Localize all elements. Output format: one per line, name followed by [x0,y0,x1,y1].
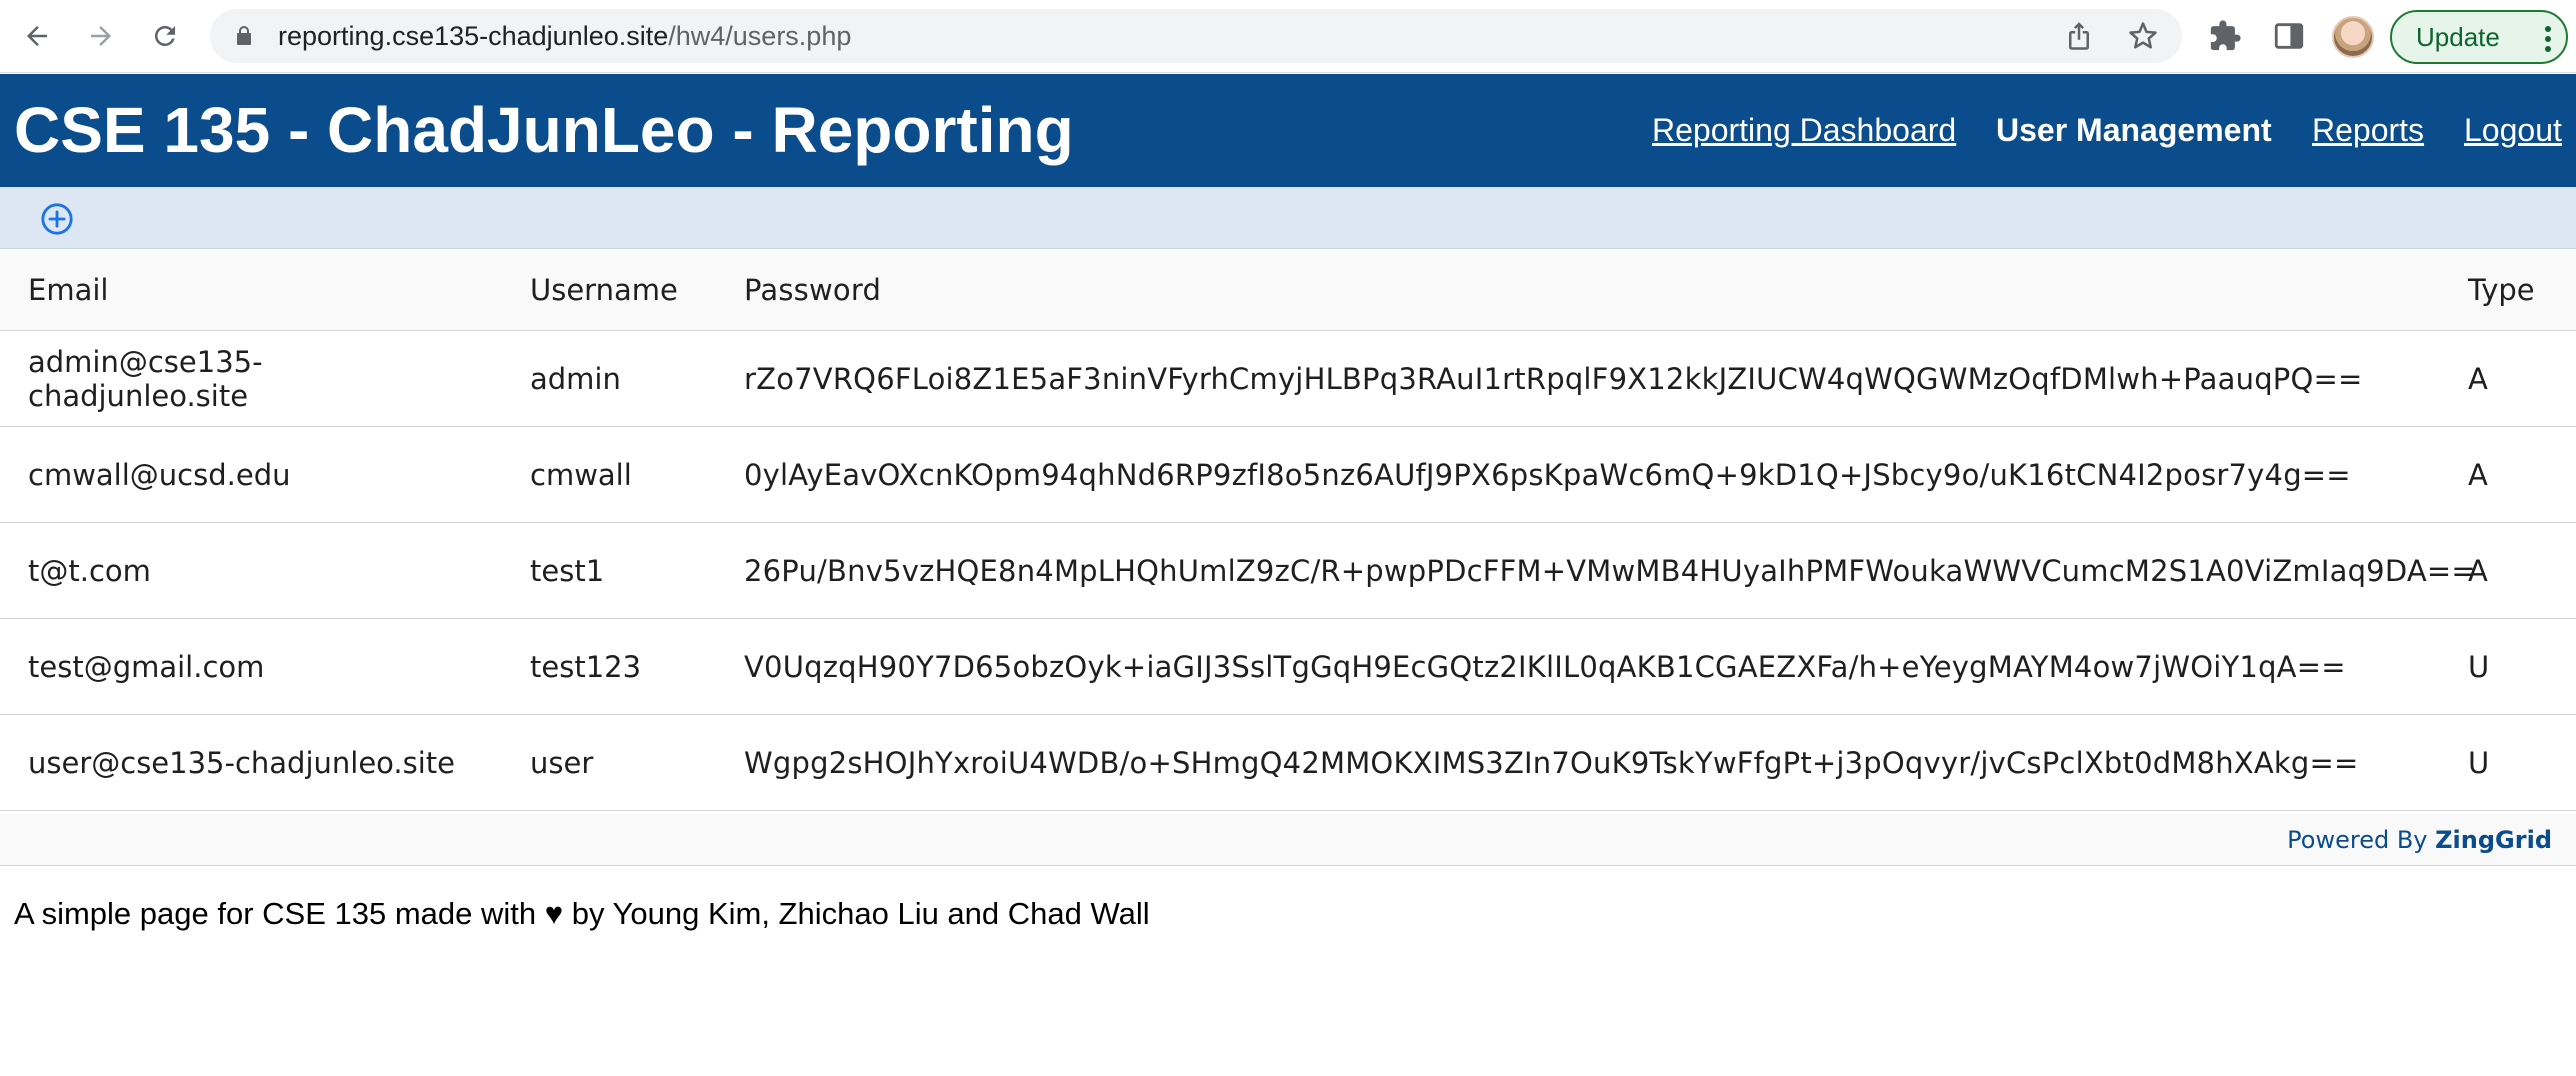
update-label: Update [2416,21,2500,52]
table-row[interactable]: admin@cse135-chadjunleo.site admin rZo7V… [0,331,2576,427]
url-path: /hw4/users.php [668,21,852,51]
cell-type[interactable]: U [2468,715,2558,810]
arrow-left-icon [27,26,47,46]
cell-password[interactable]: V0UqzqH90Y7D65obzOyk+iaGIJ3SslTgGqH9EcGQ… [744,619,2444,714]
browser-toolbar: reporting.cse135-chadjunleo.site/hw4/use… [0,0,2576,73]
cell-type[interactable]: A [2468,523,2558,618]
cell-username[interactable]: test123 [530,619,730,714]
cell-email[interactable]: admin@cse135-chadjunleo.site [28,331,328,426]
nav-reports[interactable]: Reports [2312,74,2424,187]
nav-reporting-dashboard[interactable]: Reporting Dashboard [1652,74,1956,187]
users-grid: Email Username Password Type admin@cse13… [0,249,2576,811]
reload-icon [154,25,175,46]
puzzle-icon [2210,20,2241,51]
table-row[interactable]: cmwall@ucsd.edu cmwall 0ylAyEavOXcnKOpm9… [0,427,2576,523]
cell-password[interactable]: rZo7VRQ6FLoi8Z1E5aF3ninVFyrhCmyjHLBPq3RA… [744,331,2444,426]
cell-username[interactable]: test1 [530,523,730,618]
forward-button[interactable] [80,15,122,57]
cell-type[interactable]: U [2468,619,2558,714]
share-button[interactable] [2064,21,2094,51]
cell-username[interactable]: cmwall [530,427,730,522]
profile-avatar[interactable] [2332,16,2374,58]
site-title: CSE 135 - ChadJunLeo - Reporting [14,94,1074,166]
url-text: reporting.cse135-chadjunleo.site/hw4/use… [278,9,851,63]
powered-by-brand: ZingGrid [2435,826,2552,854]
table-row[interactable]: user@cse135-chadjunleo.site user Wgpg2sH… [0,715,2576,811]
cell-type[interactable]: A [2468,331,2558,426]
cell-type[interactable]: A [2468,427,2558,522]
arrow-right-icon [91,26,111,46]
nav-user-management[interactable]: User Management [1996,74,2272,187]
site-header: CSE 135 - ChadJunLeo - Reporting Reporti… [0,74,2576,187]
side-panel-button[interactable] [2272,19,2306,53]
page-footer-text: A simple page for CSE 135 made with ♥ by… [14,896,1150,931]
table-row[interactable]: t@t.com test1 26Pu/Bnv5vzHQE8n4MpLHQhUml… [0,523,2576,619]
more-vert-icon [2544,26,2552,52]
star-icon [2129,22,2157,49]
table-row[interactable]: test@gmail.com test123 V0UqzqH90Y7D65obz… [0,619,2576,715]
grid-footer: Powered By ZingGrid [0,814,2576,866]
cell-email[interactable]: test@gmail.com [28,619,508,714]
reload-button[interactable] [144,15,186,57]
side-panel-icon [2274,23,2304,49]
cell-username[interactable]: admin [530,331,730,426]
url-host: reporting.cse135-chadjunleo.site [278,21,669,51]
grid-toolbar [0,187,2576,249]
lock-icon [237,26,251,45]
address-bar[interactable]: reporting.cse135-chadjunleo.site/hw4/use… [210,9,2182,63]
cell-email[interactable]: cmwall@ucsd.edu [28,427,508,522]
cell-password[interactable]: 26Pu/Bnv5vzHQE8n4MpLHQhUmlZ9zC/R+pwpPDcF… [744,523,2476,618]
add-record-button[interactable] [40,202,74,236]
update-button[interactable]: Update [2390,10,2568,64]
cell-password[interactable]: 0ylAyEavOXcnKOpm94qhNd6RP9zfI8o5nz6AUfJ9… [744,427,2444,522]
powered-by-prefix: Powered By [2287,826,2428,854]
column-header-password[interactable]: Password [744,249,2444,330]
column-header-type[interactable]: Type [2468,249,2558,330]
column-header-username[interactable]: Username [530,249,730,330]
cell-email[interactable]: user@cse135-chadjunleo.site [28,715,508,810]
extensions-button[interactable] [2208,19,2242,53]
bookmark-button[interactable] [2128,21,2158,51]
column-header-email[interactable]: Email [28,249,508,330]
plus-circle-icon [41,203,73,235]
back-button[interactable] [16,15,58,57]
cell-password[interactable]: Wgpg2sHOJhYxroiU4WDB/o+SHmgQ42MMOKXIMS3Z… [744,715,2444,810]
powered-by-zinggrid[interactable]: Powered By ZingGrid [2287,814,2552,866]
share-icon [2069,22,2089,50]
nav-logout[interactable]: Logout [2464,74,2562,187]
grid-header-row: Email Username Password Type [0,249,2576,331]
cell-email[interactable]: t@t.com [28,523,508,618]
cell-username[interactable]: user [530,715,730,810]
